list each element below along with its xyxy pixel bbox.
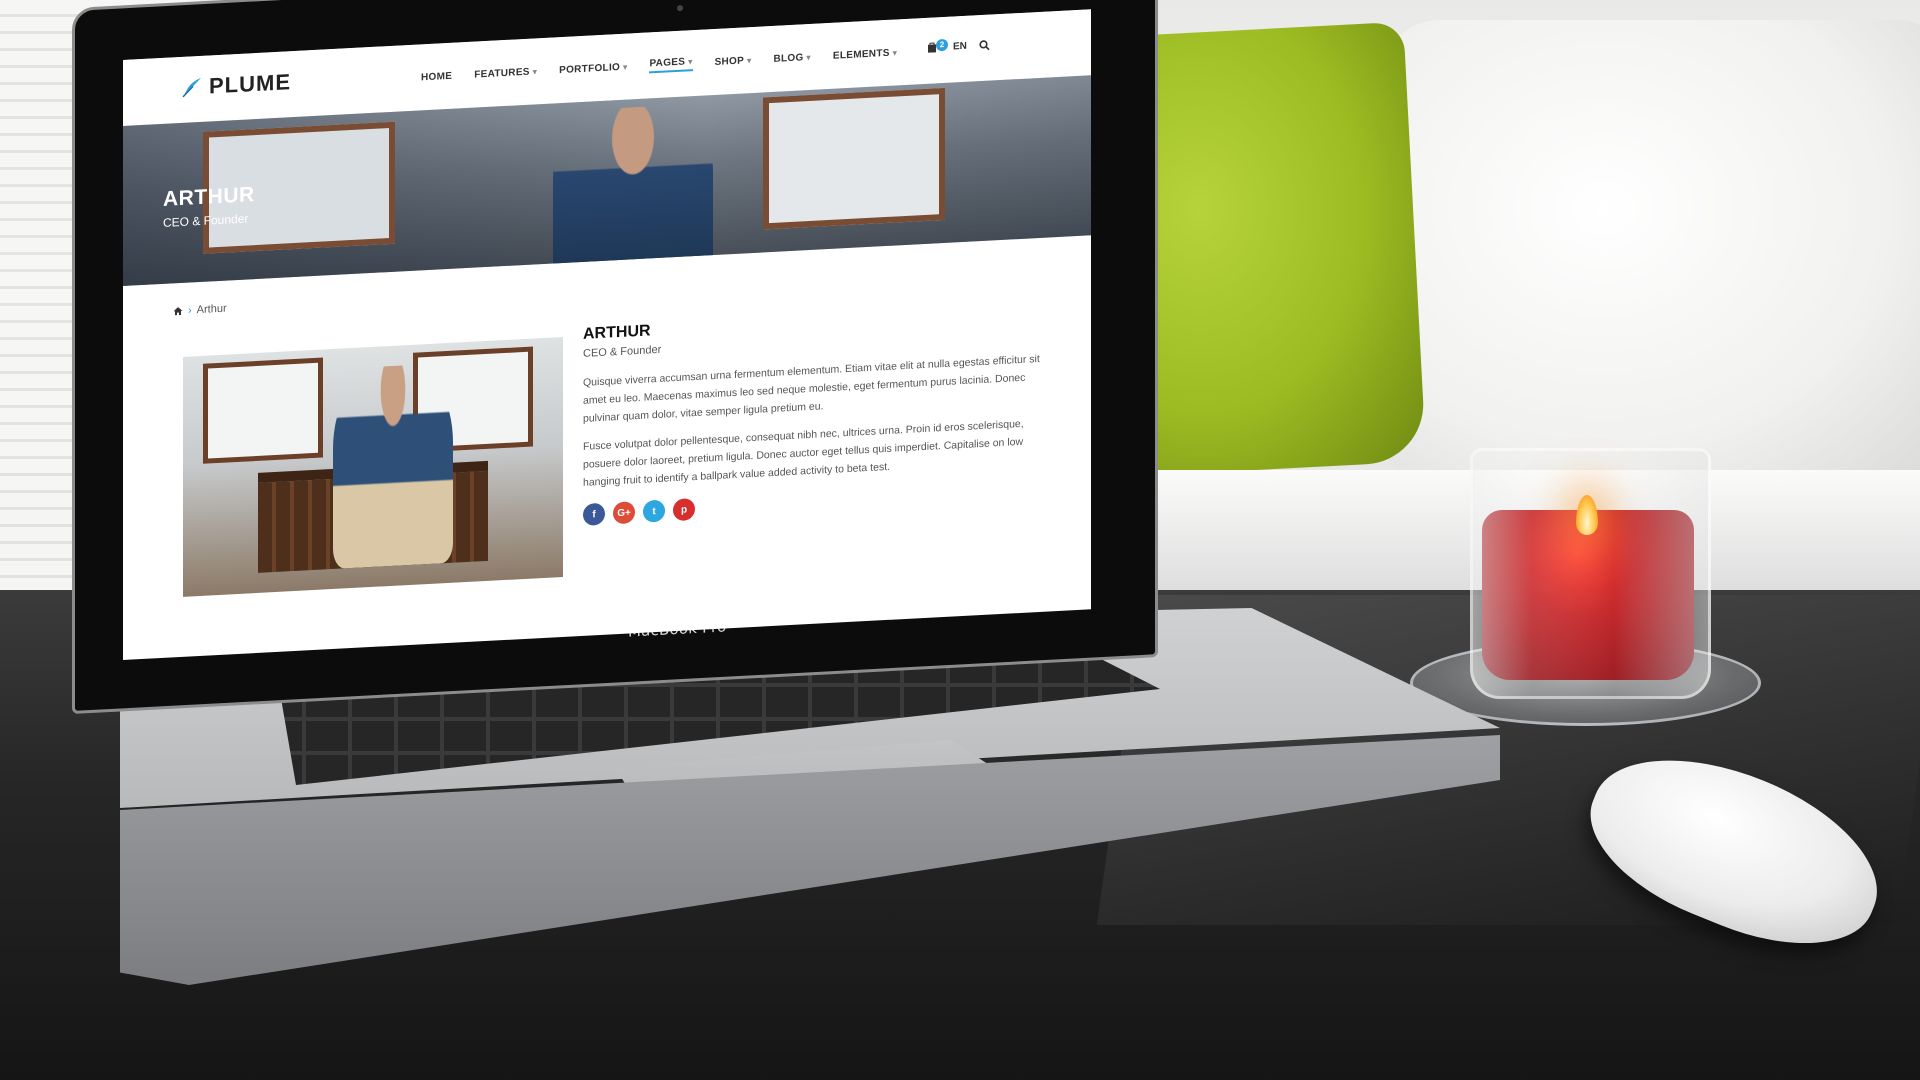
menu-item-elements[interactable]: ELEMENTS ▾ (833, 45, 897, 63)
google-plus-glyph: G+ (617, 506, 631, 519)
menu-item-shop[interactable]: SHOP ▾ (715, 53, 752, 70)
menu-item-portfolio[interactable]: PORTFOLIO ▾ (559, 60, 627, 79)
profile-info: ARTHUR CEO & Founder Quisque viverra acc… (583, 301, 1053, 526)
chevron-down-icon: ▾ (688, 57, 693, 67)
photo-person (333, 362, 453, 569)
menu-item-pages[interactable]: PAGES ▾ (649, 56, 693, 74)
menu-item-blog[interactable]: BLOG ▾ (773, 50, 810, 67)
menu-label: PAGES (649, 56, 686, 70)
menu-item-features[interactable]: FEATURES ▾ (474, 64, 537, 82)
menu-item-home[interactable]: HOME (421, 69, 452, 86)
menu-label: BLOG (773, 52, 804, 65)
twitter-glyph: t (652, 505, 656, 517)
webcam-icon (677, 4, 683, 12)
chevron-down-icon: ▾ (747, 56, 752, 66)
menu-label: FEATURES (474, 66, 530, 81)
pinterest-glyph: p (680, 503, 688, 516)
hero-photo-person (553, 103, 713, 282)
chevron-down-icon: ▾ (532, 67, 538, 77)
cart-count-badge: 2 (936, 38, 948, 52)
cart-button[interactable]: 2 (927, 38, 948, 54)
menu-label: PORTFOLIO (559, 61, 621, 77)
site-logo[interactable]: PLUME (181, 69, 291, 101)
search-icon[interactable] (979, 39, 990, 51)
hero-title: ARTHUR (163, 183, 255, 211)
chevron-down-icon: ▾ (892, 48, 898, 58)
menu-label: ELEMENTS (832, 47, 890, 62)
logo-text: PLUME (209, 69, 291, 99)
menu-label: SHOP (714, 55, 745, 68)
main-menu: HOME FEATURES ▾ PORTFOLIO ▾ PAGES ▾ SHOP… (421, 45, 897, 85)
language-switcher[interactable]: EN (953, 40, 967, 52)
candle-glass (1470, 448, 1711, 699)
twitter-icon[interactable]: t (643, 499, 665, 523)
nav-utilities: 2 EN (927, 38, 990, 54)
menu-label: HOME (421, 70, 453, 84)
profile-photo (183, 336, 563, 597)
website-screen: PLUME HOME FEATURES ▾ PORTFOLIO ▾ PAGES … (123, 9, 1091, 660)
chevron-down-icon: ▾ (623, 62, 628, 72)
photo-window (203, 357, 323, 464)
google-plus-icon[interactable]: G+ (613, 501, 635, 525)
breadcrumb-current: Arthur (196, 302, 227, 317)
profile-paragraph-2: Fusce volutpat dolor pellentesque, conse… (583, 417, 1024, 489)
hero-photo-window (763, 87, 945, 230)
breadcrumb: › Arthur (173, 303, 227, 318)
feather-logo-icon (182, 77, 201, 98)
chevron-right-icon: › (188, 304, 192, 317)
white-pillow (1380, 20, 1920, 490)
pinterest-icon[interactable]: p (673, 498, 695, 522)
home-icon[interactable] (173, 306, 183, 317)
facebook-icon[interactable]: f (583, 502, 605, 526)
chevron-down-icon: ▾ (806, 52, 811, 63)
facebook-glyph: f (592, 508, 596, 520)
